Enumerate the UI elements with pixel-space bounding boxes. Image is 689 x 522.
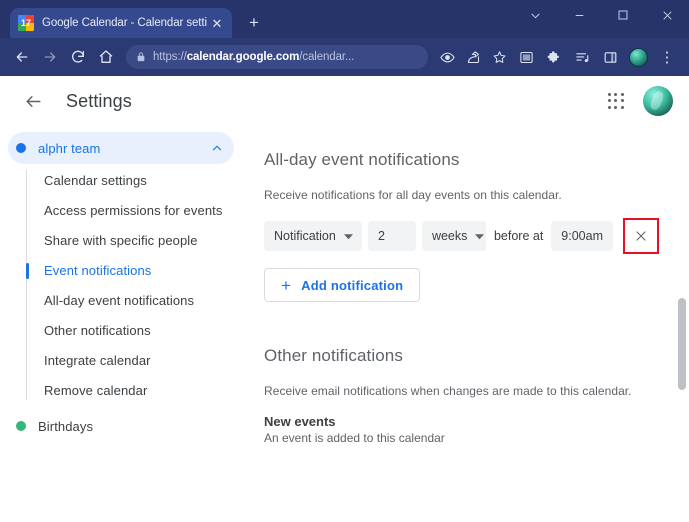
page-scrollbar[interactable] bbox=[678, 126, 686, 522]
sidebar-subitems: Calendar settings Access permissions for… bbox=[0, 166, 248, 406]
before-at-label: before at bbox=[493, 229, 544, 243]
chevron-up-icon[interactable] bbox=[210, 141, 224, 155]
other-notifications-description: Receive email notifications when changes… bbox=[264, 384, 632, 398]
remove-notification-highlight bbox=[623, 218, 659, 254]
screenshot-icon[interactable] bbox=[512, 43, 540, 71]
url-path: /calendar... bbox=[299, 51, 355, 63]
home-icon[interactable] bbox=[92, 43, 120, 71]
calendar-favicon-icon: 17 bbox=[18, 15, 34, 31]
page-content: Settings alphr team Calendar settings Ac… bbox=[0, 76, 689, 522]
bookmark-star-icon[interactable] bbox=[486, 44, 512, 70]
sidebar-item-access-permissions[interactable]: Access permissions for events bbox=[26, 196, 248, 226]
forward-icon[interactable] bbox=[36, 43, 64, 71]
eye-icon[interactable] bbox=[434, 44, 460, 70]
notification-type-value: Notification bbox=[274, 229, 336, 243]
add-notification-label: Add notification bbox=[301, 277, 404, 293]
chevron-down-icon bbox=[343, 232, 353, 241]
notification-unit-select[interactable]: weeks bbox=[421, 221, 486, 251]
notification-row: Notification 2 weeks before at 9:00am bbox=[264, 218, 659, 254]
sidebar-group-label-birthdays: Birthdays bbox=[38, 418, 94, 434]
browser-menu-icon[interactable]: ⋮ bbox=[653, 43, 681, 71]
notification-amount-value: 2 bbox=[378, 229, 385, 243]
chevron-down-icon bbox=[475, 232, 485, 241]
google-apps-icon[interactable] bbox=[605, 90, 627, 112]
page-title: Settings bbox=[66, 90, 132, 111]
birthdays-color-dot-icon bbox=[16, 421, 26, 431]
all-day-section-title: All-day event notifications bbox=[264, 150, 460, 169]
notification-time-input[interactable]: 9:00am bbox=[551, 221, 613, 251]
side-panel-icon[interactable] bbox=[596, 43, 624, 71]
address-bar[interactable]: https://calendar.google.com/calendar... bbox=[126, 45, 428, 69]
url-text: https://calendar.google.com/calendar... bbox=[153, 51, 354, 63]
scrollbar-thumb[interactable] bbox=[678, 298, 686, 390]
settings-body: alphr team Calendar settings Access perm… bbox=[0, 126, 689, 522]
url-prefix: https:// bbox=[153, 51, 187, 63]
sidebar-item-all-day-event-notifications[interactable]: All-day event notifications bbox=[26, 286, 248, 316]
close-icon[interactable] bbox=[645, 0, 689, 30]
sidebar-item-calendar-settings[interactable]: Calendar settings bbox=[26, 166, 248, 196]
new-events-setting: New events An event is added to this cal… bbox=[264, 414, 659, 445]
browser-profile-avatar[interactable] bbox=[629, 47, 648, 67]
reading-list-icon[interactable] bbox=[568, 43, 596, 71]
back-icon[interactable] bbox=[8, 43, 36, 71]
settings-header: Settings bbox=[0, 76, 689, 126]
share-icon[interactable] bbox=[460, 44, 486, 70]
omnibox-actions bbox=[434, 44, 512, 70]
sidebar-item-integrate-calendar[interactable]: Integrate calendar bbox=[26, 346, 248, 376]
add-notification-button[interactable]: + Add notification bbox=[264, 268, 421, 302]
maximize-icon[interactable] bbox=[601, 0, 645, 30]
notification-unit-value: weeks bbox=[431, 229, 468, 243]
sidebar-item-share-with-specific-people[interactable]: Share with specific people bbox=[26, 226, 248, 256]
window-controls bbox=[513, 0, 689, 30]
chevron-down-icon[interactable] bbox=[513, 0, 557, 30]
sidebar-group-alphr-team[interactable]: alphr team bbox=[8, 132, 234, 164]
new-events-label: New events bbox=[264, 414, 336, 429]
url-domain: calendar.google.com bbox=[186, 51, 300, 63]
all-day-section-description: Receive notifications for all day events… bbox=[264, 188, 562, 202]
browser-title-bar: 17 Google Calendar - Calendar setti ✕ + bbox=[0, 0, 689, 38]
sidebar-group-birthdays[interactable]: Birthdays bbox=[8, 410, 234, 442]
plus-icon: + bbox=[281, 275, 292, 295]
new-events-detail: An event is added to this calendar bbox=[264, 431, 445, 445]
tab-title: Google Calendar - Calendar setti bbox=[42, 17, 207, 29]
minimize-icon[interactable] bbox=[557, 0, 601, 30]
lock-icon bbox=[136, 52, 146, 62]
sidebar-item-event-notifications[interactable]: Event notifications bbox=[26, 256, 248, 286]
reload-icon[interactable] bbox=[64, 43, 92, 71]
notification-amount-input[interactable]: 2 bbox=[368, 221, 416, 251]
browser-extensions-area: ⋮ bbox=[512, 43, 681, 71]
tab-close-icon[interactable]: ✕ bbox=[210, 17, 224, 30]
sidebar-item-other-notifications[interactable]: Other notifications bbox=[26, 316, 248, 346]
settings-main-panel: All-day event notifications Receive noti… bbox=[248, 126, 689, 522]
avatar[interactable] bbox=[643, 86, 673, 116]
sidebar-item-remove-calendar[interactable]: Remove calendar bbox=[26, 376, 248, 406]
sidebar-group-label: alphr team bbox=[38, 140, 101, 156]
browser-window: 17 Google Calendar - Calendar setti ✕ + bbox=[0, 0, 689, 522]
new-tab-button[interactable]: + bbox=[244, 14, 264, 31]
calendar-color-dot-icon bbox=[16, 143, 26, 153]
notification-time-value: 9:00am bbox=[561, 229, 603, 243]
extensions-puzzle-icon[interactable] bbox=[540, 43, 568, 71]
other-notifications-title: Other notifications bbox=[264, 346, 403, 365]
settings-back-icon[interactable] bbox=[20, 88, 46, 114]
favicon-date-label: 17 bbox=[20, 17, 31, 28]
notification-type-select[interactable]: Notification bbox=[264, 221, 362, 251]
settings-sidebar: alphr team Calendar settings Access perm… bbox=[0, 126, 248, 522]
browser-tab[interactable]: 17 Google Calendar - Calendar setti ✕ bbox=[10, 8, 232, 38]
browser-toolbar: https://calendar.google.com/calendar... bbox=[0, 38, 689, 76]
remove-notification-button[interactable] bbox=[626, 221, 656, 251]
